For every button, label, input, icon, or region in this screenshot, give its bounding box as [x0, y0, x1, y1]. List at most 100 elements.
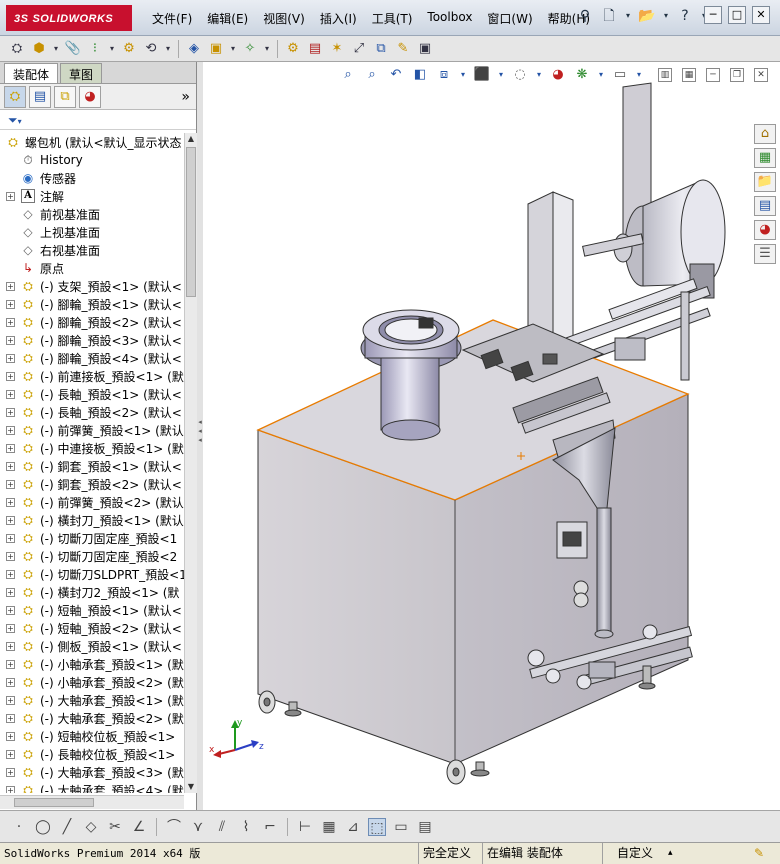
tree-item[interactable]: + ⛭ (-) 腳輪_預設<3> (默认<	[0, 331, 184, 349]
line-icon[interactable]: ╱	[58, 818, 76, 836]
expand-icon[interactable]: +	[6, 497, 15, 507]
expand-icon[interactable]: +	[6, 281, 15, 291]
tab-assembly[interactable]: 装配体	[4, 63, 59, 83]
filter-row[interactable]: ⏷▾	[0, 110, 196, 130]
close-button[interactable]: ✕	[752, 6, 770, 24]
tree-item[interactable]: + ⛭ (-) 切斷刀SLDPRT_預設<1	[0, 565, 184, 583]
tree-vertical-scrollbar[interactable]: ▲ ▼	[184, 133, 197, 793]
more-tabs-button[interactable]: »	[181, 89, 190, 105]
question-mark-icon[interactable]: ✎	[754, 843, 764, 864]
new-motion-study-icon[interactable]: ⚙	[284, 40, 302, 58]
scroll-up-icon[interactable]: ▲	[185, 133, 197, 145]
tree-item[interactable]: ◇ 上视基准面	[0, 223, 184, 241]
tree-item[interactable]: ◉ 传感器	[0, 169, 184, 187]
tree-item[interactable]: + ⛭ (-) 切斷刀固定座_預設<2	[0, 547, 184, 565]
expand-icon[interactable]: +	[6, 335, 15, 345]
dropdown-arrow-icon[interactable]: ▾	[164, 40, 172, 58]
tree-item[interactable]: + ⛭ (-) 腳輪_預設<1> (默认<	[0, 295, 184, 313]
expand-icon[interactable]: +	[6, 353, 15, 363]
tree-item[interactable]: + ⛭ (-) 大軸承套_預設<3> (默	[0, 763, 184, 781]
tree-item[interactable]: + ⛭ (-) 短軸_預設<2> (默认<	[0, 619, 184, 637]
open-folder-icon[interactable]: 📂	[638, 6, 656, 26]
reference-geometry-icon[interactable]: ✧	[241, 40, 259, 58]
tree-item[interactable]: + ⛭ (-) 長軸_預設<1> (默认<	[0, 385, 184, 403]
tab-sketch[interactable]: 草图	[60, 63, 103, 83]
split-view-icon[interactable]: ▭	[392, 818, 410, 836]
3d-view-icon[interactable]: ⬚	[368, 817, 386, 836]
display-manager-icon[interactable]: ◕	[79, 85, 101, 108]
expand-icon[interactable]: +	[6, 425, 15, 435]
menu-toolbox[interactable]: Toolbox	[421, 8, 478, 29]
expand-icon[interactable]: +	[6, 623, 15, 633]
show-hidden-components-icon[interactable]: ◈	[185, 40, 203, 58]
tree-item[interactable]: + ⛭ (-) 大軸承套_預設<1> (默	[0, 691, 184, 709]
dropdown-arrow-icon[interactable]: ▾	[108, 40, 116, 58]
point-icon[interactable]: ·	[10, 818, 28, 836]
expand-icon[interactable]: +	[6, 785, 15, 793]
table-view-icon[interactable]: ▤	[416, 818, 434, 836]
expand-icon[interactable]: +	[6, 317, 15, 327]
appearances-icon[interactable]: ◕	[754, 220, 776, 240]
menu-window[interactable]: 窗口(W)	[481, 8, 538, 29]
expand-icon[interactable]: +	[6, 299, 15, 309]
scroll-thumb[interactable]	[186, 147, 196, 297]
dropdown-arrow-icon[interactable]: ▾	[229, 40, 237, 58]
units-dropdown-icon[interactable]: ▴	[668, 843, 673, 864]
tree-item[interactable]: + ⛭ (-) 支架_預設<1> (默认<	[0, 277, 184, 295]
expand-icon[interactable]: +	[6, 533, 15, 543]
units-status[interactable]: 自定义	[602, 843, 698, 864]
tree-item[interactable]: + ⛭ (-) 橫封刀2_預設<1> (默	[0, 583, 184, 601]
expand-icon[interactable]: +	[6, 695, 15, 705]
maximize-button[interactable]: □	[728, 6, 746, 24]
expand-icon[interactable]: +	[6, 551, 15, 561]
expand-icon[interactable]: +	[6, 659, 15, 669]
expand-icon[interactable]: +	[6, 749, 15, 759]
expand-icon[interactable]: +	[6, 191, 15, 201]
insert-component-icon[interactable]: ⛭	[8, 40, 26, 58]
trim-icon[interactable]: ✂	[106, 818, 124, 836]
tree-item[interactable]: + ⛭ (-) 腳輪_預設<2> (默认<	[0, 313, 184, 331]
exploded-view-icon[interactable]: ✶	[328, 40, 346, 58]
expand-icon[interactable]: +	[6, 587, 15, 597]
clearance-verification-icon[interactable]: ✎	[394, 40, 412, 58]
graphics-area[interactable]: ⌕ ⌕ ↶ ◧ ⧈ ▾ ⬛ ▾ ◌ ▾ ◕ ❋ ▾ ▭ ▾ ▥ ▦ ─ ❐ ✕	[203, 62, 780, 810]
smart-dimension-icon[interactable]: ⊢	[296, 818, 314, 836]
dropdown-arrow-icon[interactable]: ▾	[263, 40, 271, 58]
menu-file[interactable]: 文件(F)	[146, 8, 198, 29]
bill-of-materials-icon[interactable]: ▤	[306, 40, 324, 58]
tree-item[interactable]: + ⛭ (-) 大軸承套_預設<2> (默	[0, 709, 184, 727]
tree-item[interactable]: + ⛭ (-) 前連接板_預設<1> (默	[0, 367, 184, 385]
expand-icon[interactable]: +	[6, 443, 15, 453]
instant3d-icon[interactable]: ▣	[416, 40, 434, 58]
sketch-fillet-icon[interactable]: ⌒	[165, 818, 183, 836]
tree-item[interactable]: + ⛭ (-) 前彈簧_預設<2> (默认	[0, 493, 184, 511]
mirror-icon[interactable]: ⫽	[213, 818, 231, 836]
expand-icon[interactable]: +	[6, 605, 15, 615]
interference-detection-icon[interactable]: ⧉	[372, 40, 390, 58]
expand-icon[interactable]: +	[6, 371, 15, 381]
new-document-icon[interactable]: 🗋	[600, 6, 618, 26]
move-component-icon[interactable]: ⟲	[142, 40, 160, 58]
filter-icon[interactable]: ⏷	[8, 113, 18, 127]
centerline-icon[interactable]: ∠	[130, 818, 148, 836]
expand-icon[interactable]: +	[6, 515, 15, 525]
expand-icon[interactable]: +	[6, 731, 15, 741]
help-button[interactable]: ?	[676, 6, 694, 26]
property-manager-icon[interactable]: ▤	[29, 85, 51, 108]
tree-item[interactable]: + ⛭ (-) 大軸承套_預設<4> (默	[0, 781, 184, 793]
scroll-thumb-horizontal[interactable]	[14, 798, 94, 807]
expand-icon[interactable]: +	[6, 407, 15, 417]
tree-item[interactable]: + ⛭ (-) 小軸承套_預設<1> (默	[0, 655, 184, 673]
explode-line-sketch-icon[interactable]: ⤢	[350, 40, 368, 58]
convert-entities-icon[interactable]: ⌇	[237, 818, 255, 836]
tree-item[interactable]: ◇ 右视基准面	[0, 241, 184, 259]
feature-manager-tree-icon[interactable]: ⛭	[4, 85, 26, 108]
menu-edit[interactable]: 编辑(E)	[201, 8, 254, 29]
expand-icon[interactable]: +	[6, 677, 15, 687]
tree-item[interactable]: + ⛭ (-) 橫封刀_預設<1> (默认	[0, 511, 184, 529]
assembly-features-icon[interactable]: ▣	[207, 40, 225, 58]
minimize-button[interactable]: ─	[704, 6, 722, 24]
menu-insert[interactable]: 插入(I)	[314, 8, 363, 29]
tree-horizontal-scrollbar[interactable]	[0, 795, 184, 809]
tree-root[interactable]: ⛭ 螺包机 (默认<默认_显示状态	[0, 133, 184, 151]
